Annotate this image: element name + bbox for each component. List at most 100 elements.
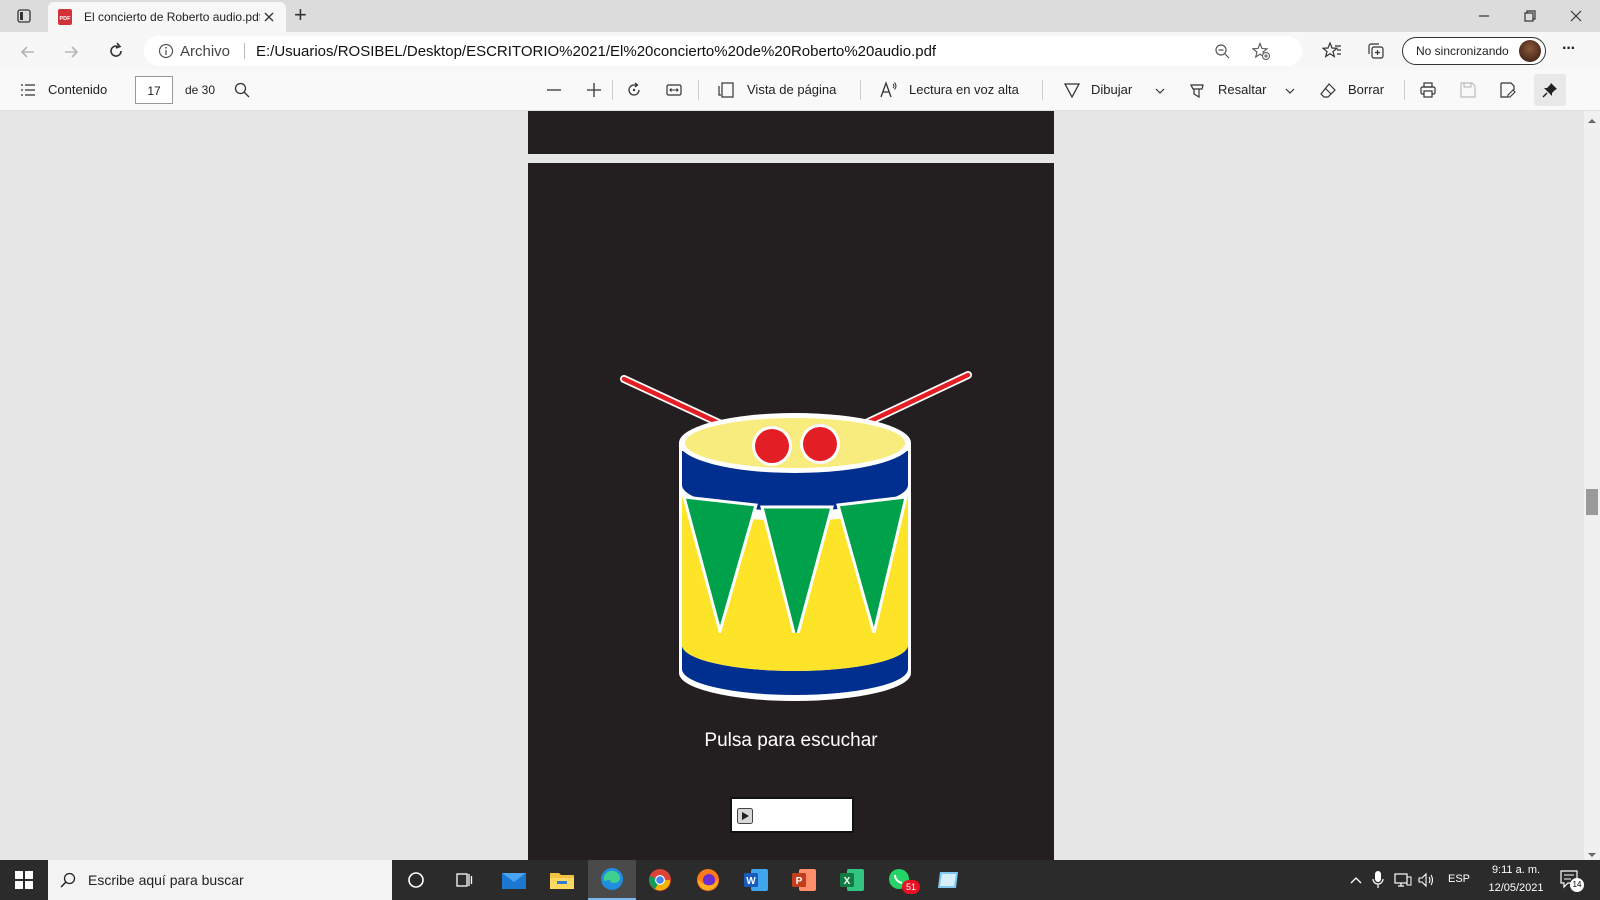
task-view-icon[interactable] — [440, 860, 488, 900]
page-view-icon[interactable] — [718, 82, 734, 98]
scroll-thumb[interactable] — [1586, 489, 1598, 515]
vertical-scrollbar[interactable] — [1584, 111, 1600, 860]
toolbar-separator — [698, 80, 699, 100]
pdf-viewer[interactable]: Pulsa para escuchar — [0, 111, 1584, 860]
excel-icon[interactable]: X — [828, 860, 876, 900]
erase-button[interactable]: Borrar — [1348, 82, 1384, 97]
windows-icon — [15, 871, 33, 889]
more-options-button[interactable]: ··· — [1562, 40, 1576, 58]
contents-icon[interactable] — [20, 82, 36, 98]
page-number-value: 17 — [147, 84, 161, 98]
read-aloud-icon[interactable] — [880, 81, 898, 99]
drum-illustration — [616, 363, 976, 703]
edge-icon[interactable] — [588, 860, 636, 900]
forward-icon[interactable] — [61, 42, 81, 62]
firefox-icon[interactable] — [684, 860, 732, 900]
clock-time[interactable]: 9:11 a. m. — [1480, 864, 1552, 876]
back-icon[interactable] — [18, 42, 38, 62]
notification-count: 14 — [1570, 878, 1584, 892]
notification-center-icon[interactable]: 14 — [1560, 870, 1584, 892]
cortana-icon[interactable] — [392, 860, 440, 900]
add-favorite-icon[interactable] — [1251, 42, 1270, 60]
read-aloud-button[interactable]: Lectura en voz alta — [909, 82, 1019, 97]
taskbar-search-box[interactable]: Escribe aquí para buscar — [48, 860, 392, 900]
favorites-icon[interactable] — [1321, 41, 1342, 61]
whatsapp-icon[interactable]: 51 — [876, 860, 924, 900]
url-text[interactable]: E:/Usuarios/ROSIBEL/Desktop/ESCRITORIO%2… — [256, 43, 936, 60]
page-total: de 30 — [185, 83, 216, 97]
address-row: Archivo E:/Usuarios/ROSIBEL/Desktop/ESCR… — [0, 32, 1600, 70]
toolbar-separator — [1404, 80, 1405, 100]
search-icon[interactable] — [234, 82, 250, 98]
print-icon[interactable] — [1420, 82, 1436, 98]
volume-icon[interactable] — [1418, 872, 1436, 888]
pdf-page-previous — [528, 111, 1054, 154]
whatsapp-badge: 51 — [902, 880, 920, 894]
powerpoint-icon[interactable]: P — [780, 860, 828, 900]
chevron-down-icon[interactable] — [1284, 84, 1296, 96]
play-icon — [737, 808, 753, 824]
scroll-up-icon[interactable] — [1587, 113, 1597, 123]
eraser-icon[interactable] — [1320, 82, 1336, 98]
word-icon[interactable]: W — [732, 860, 780, 900]
svg-text:W: W — [746, 876, 756, 887]
profile-button[interactable]: No sincronizando — [1402, 37, 1546, 65]
highlight-button[interactable]: Resaltar — [1218, 82, 1266, 97]
microphone-icon[interactable] — [1372, 871, 1384, 889]
collections-icon[interactable] — [1366, 41, 1386, 61]
close-tab-icon[interactable] — [262, 10, 276, 24]
save-icon[interactable] — [1460, 82, 1476, 98]
rotate-icon[interactable] — [626, 82, 642, 98]
zoom-out-icon[interactable] — [1214, 43, 1230, 59]
tab-strip: PDF El concierto de Roberto audio.pdf + — [0, 0, 1600, 32]
svg-text:PDF: PDF — [60, 16, 72, 22]
pin-toolbar-button[interactable] — [1534, 74, 1566, 106]
refresh-icon[interactable] — [106, 41, 126, 61]
chrome-icon[interactable] — [636, 860, 684, 900]
minimize-icon[interactable] — [1476, 8, 1492, 24]
tab-actions-icon[interactable] — [16, 8, 32, 24]
pin-icon — [1542, 82, 1558, 98]
address-divider — [244, 43, 245, 59]
scroll-down-icon[interactable] — [1587, 847, 1597, 857]
pdf-toolbar: Contenido 17 de 30 Vista de página Lectu… — [0, 70, 1600, 111]
file-explorer-icon[interactable] — [538, 860, 586, 900]
contents-button[interactable]: Contenido — [48, 82, 107, 97]
profile-label: No sincronizando — [1416, 44, 1509, 58]
toolbar-separator — [860, 80, 861, 100]
draw-button[interactable]: Dibujar — [1091, 82, 1132, 97]
show-hidden-icons[interactable] — [1350, 874, 1362, 886]
new-tab-button[interactable]: + — [294, 2, 307, 28]
address-bar[interactable]: Archivo E:/Usuarios/ROSIBEL/Desktop/ESCR… — [144, 36, 1302, 66]
audio-play-button[interactable] — [730, 797, 854, 833]
fit-page-icon[interactable] — [666, 82, 682, 98]
avatar — [1519, 40, 1541, 62]
toolbar-separator — [1042, 80, 1043, 100]
start-button[interactable] — [0, 860, 48, 900]
tab-active[interactable]: PDF El concierto de Roberto audio.pdf — [48, 2, 286, 32]
info-icon[interactable] — [158, 43, 174, 59]
network-icon[interactable] — [1394, 872, 1412, 888]
page-number-input[interactable]: 17 — [135, 76, 173, 104]
notes-icon[interactable] — [924, 860, 972, 900]
page-view-button[interactable]: Vista de página — [747, 82, 836, 97]
close-window-icon[interactable] — [1568, 8, 1584, 24]
toolbar-separator — [612, 80, 613, 100]
pdf-icon: PDF — [58, 9, 72, 25]
zoom-out-button[interactable] — [546, 82, 562, 98]
search-icon — [60, 872, 76, 888]
svg-text:P: P — [796, 876, 803, 887]
zoom-in-button[interactable] — [586, 82, 602, 98]
site-info-label[interactable]: Archivo — [180, 43, 230, 60]
listen-caption: Pulsa para escuchar — [704, 730, 878, 751]
save-as-icon[interactable] — [1500, 82, 1516, 98]
draw-icon[interactable] — [1063, 82, 1081, 99]
mail-icon[interactable] — [490, 860, 538, 900]
windows-taskbar: Escribe aquí para buscar W P X 51 ESP 9:… — [0, 860, 1600, 900]
restore-icon[interactable] — [1522, 8, 1538, 24]
clock-date[interactable]: 12/05/2021 — [1480, 882, 1552, 894]
chevron-down-icon[interactable] — [1154, 84, 1166, 96]
tab-title: El concierto de Roberto audio.pdf — [84, 10, 260, 24]
language-indicator[interactable]: ESP — [1448, 873, 1470, 885]
highlight-icon[interactable] — [1190, 82, 1206, 99]
